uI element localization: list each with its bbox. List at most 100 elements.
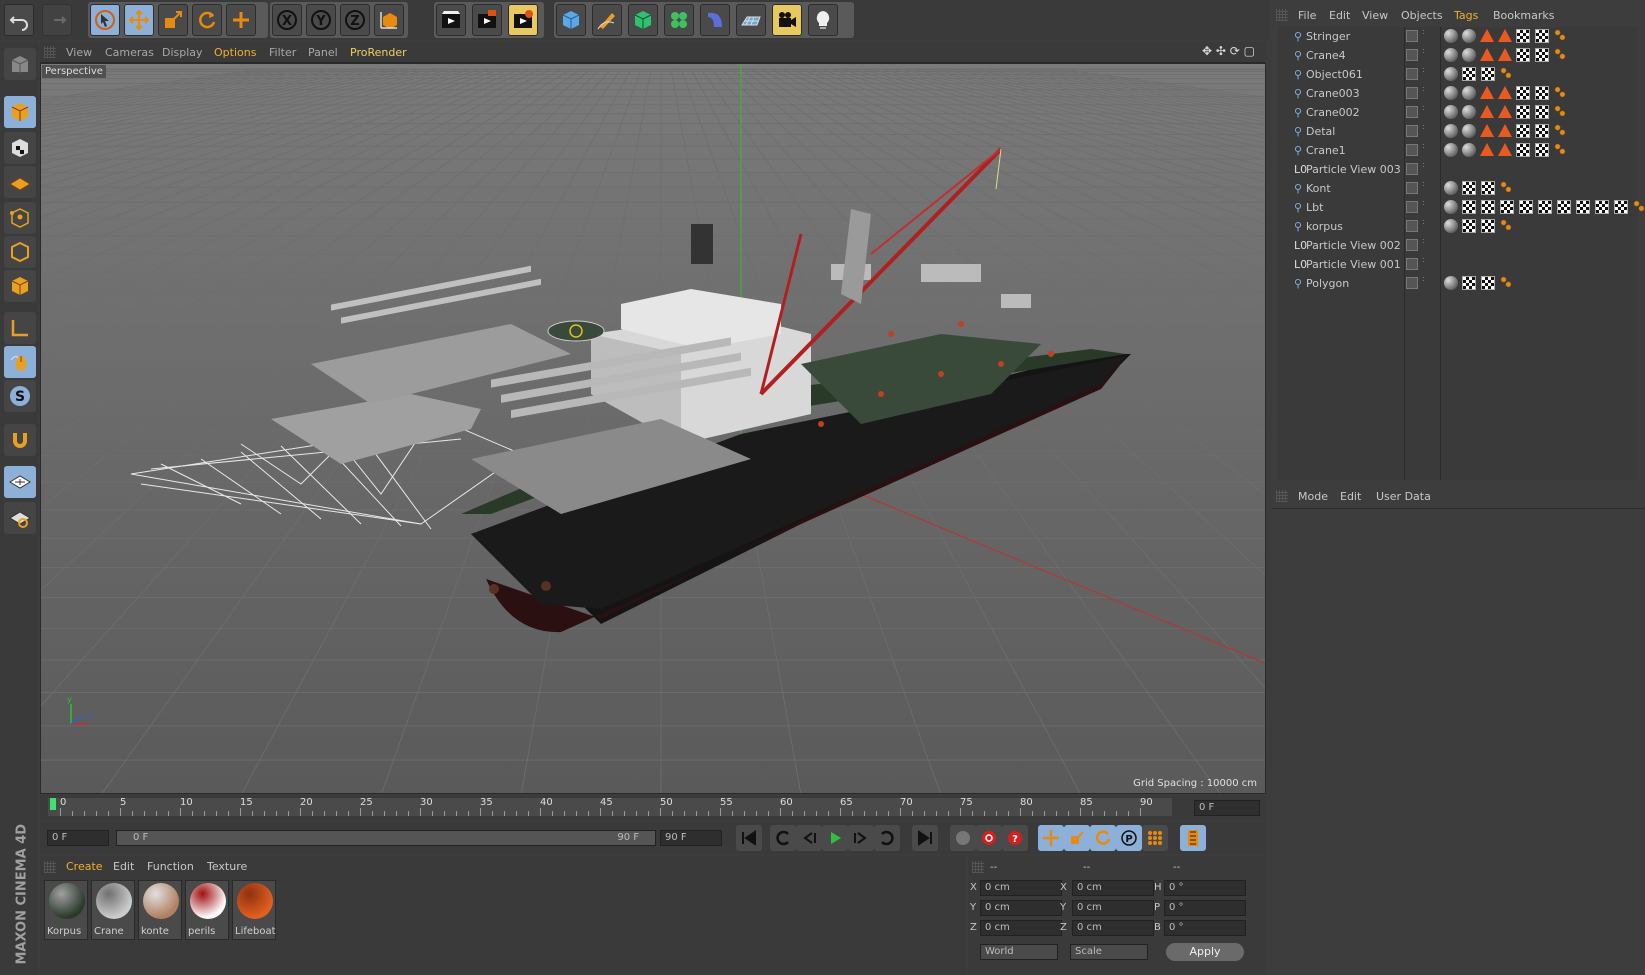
start-frame-field[interactable]: 0 F: [47, 830, 109, 846]
texture-tag-icon[interactable]: [1516, 29, 1530, 43]
material-tag-icon[interactable]: [1444, 29, 1458, 43]
y-axis-icon[interactable]: Y: [306, 4, 336, 36]
floor-icon[interactable]: [736, 4, 766, 36]
texture-tag-icon[interactable]: [1462, 200, 1476, 214]
record-disabled-icon[interactable]: [950, 825, 976, 851]
layer-dots[interactable]: :: [1422, 237, 1425, 245]
current-frame-field[interactable]: 0 F: [1194, 800, 1260, 816]
layer-dots[interactable]: :: [1422, 47, 1425, 55]
axis-mode-icon[interactable]: [4, 312, 36, 344]
visibility-toggle[interactable]: [1406, 106, 1418, 118]
warning-tag-icon[interactable]: [1498, 48, 1512, 61]
texture-tag-icon[interactable]: [1462, 219, 1476, 233]
viewport-nav-icons[interactable]: ✥ ✣ ⟳ ▢: [1202, 44, 1255, 58]
snap-icon[interactable]: [4, 424, 36, 456]
object-name[interactable]: Stringer: [1306, 30, 1350, 43]
object-row[interactable]: ⚲ Stringer:: [1278, 27, 1638, 47]
layer-dots[interactable]: :: [1422, 142, 1425, 150]
object-row[interactable]: ⚲ Crane002:: [1278, 103, 1638, 123]
edges-mode-icon[interactable]: [4, 236, 36, 268]
material-swatch[interactable]: konte: [138, 880, 182, 940]
menu-view[interactable]: View: [1362, 9, 1388, 22]
deformer-icon[interactable]: [700, 4, 730, 36]
layer-dots[interactable]: :: [1422, 256, 1425, 264]
warning-tag-icon[interactable]: [1480, 143, 1494, 156]
visibility-toggle[interactable]: [1406, 201, 1418, 213]
menu-mode[interactable]: Mode: [1298, 490, 1328, 503]
texture-tag-icon[interactable]: [1535, 86, 1549, 100]
render-settings-icon[interactable]: [508, 4, 538, 36]
texture-tag-icon[interactable]: [1535, 105, 1549, 119]
texture-tag-icon[interactable]: [1516, 105, 1530, 119]
visibility-toggle[interactable]: [1406, 277, 1418, 289]
menu-edit[interactable]: Edit: [113, 860, 134, 873]
coord-value-field[interactable]: 0 cm: [1072, 900, 1154, 916]
menu-function[interactable]: Function: [147, 860, 194, 873]
menu-prorender[interactable]: ProRender: [350, 46, 407, 59]
tweak-mode-icon[interactable]: [4, 346, 36, 378]
object-row[interactable]: ⚲ Object061:: [1278, 65, 1638, 85]
object-name[interactable]: Lbt: [1306, 201, 1323, 214]
object-row[interactable]: L0 Particle View 002:: [1278, 236, 1638, 256]
warning-tag-icon[interactable]: [1480, 48, 1494, 61]
coord-size-select[interactable]: Scale: [1070, 944, 1148, 960]
material-tag-icon[interactable]: [1444, 219, 1458, 233]
apply-button[interactable]: Apply: [1166, 943, 1244, 961]
visibility-toggle[interactable]: [1406, 87, 1418, 99]
object-name[interactable]: Crane002: [1306, 106, 1360, 119]
menu-tags[interactable]: Tags: [1454, 9, 1478, 22]
selection-tag-icon[interactable]: [1554, 143, 1566, 155]
visibility-toggle[interactable]: [1406, 68, 1418, 80]
material-swatch[interactable]: Lifeboat: [232, 880, 276, 940]
object-row[interactable]: ⚲ Lbt:: [1278, 198, 1645, 218]
coord-value-field[interactable]: 0 °: [1164, 880, 1246, 896]
coord-value-field[interactable]: 0 cm: [980, 880, 1062, 896]
points-mode-icon[interactable]: [4, 202, 36, 234]
material-tag-icon[interactable]: [1462, 143, 1476, 157]
menu-user-data[interactable]: User Data: [1376, 490, 1431, 503]
menu-filter[interactable]: Filter: [269, 46, 296, 59]
timeline-ruler[interactable]: 0 5 10 15 20 25 30 35 40 45 50 55 60 65 70 75 80 85 90 0 F: [40, 796, 1266, 820]
previous-key-icon[interactable]: [770, 825, 796, 851]
selection-tag-icon[interactable]: [1500, 219, 1512, 231]
selection-tag-icon[interactable]: [1554, 124, 1566, 136]
render-view-icon[interactable]: [436, 4, 466, 36]
visibility-toggle[interactable]: [1406, 220, 1418, 232]
selection-tag-icon[interactable]: [1554, 48, 1566, 60]
scale-icon[interactable]: [158, 4, 188, 36]
next-frame-icon[interactable]: [848, 825, 874, 851]
object-row[interactable]: L0 Particle View 003:: [1278, 160, 1638, 180]
object-name[interactable]: korpus: [1306, 220, 1343, 233]
object-row[interactable]: ⚲ Crane003:: [1278, 84, 1638, 104]
material-tag-icon[interactable]: [1444, 200, 1458, 214]
selection-tag-icon[interactable]: [1500, 276, 1512, 288]
lock-workplane-icon[interactable]: [4, 466, 36, 498]
object-row[interactable]: ⚲ Detal:: [1278, 122, 1638, 142]
coord-value-field[interactable]: 0 °: [1164, 920, 1246, 936]
camera-icon[interactable]: [772, 4, 802, 36]
layer-dots[interactable]: :: [1422, 161, 1425, 169]
material-tag-icon[interactable]: [1444, 276, 1458, 290]
warning-tag-icon[interactable]: [1480, 86, 1494, 99]
material-tag-icon[interactable]: [1462, 124, 1476, 138]
object-name[interactable]: Particle View 001: [1306, 258, 1401, 271]
rotate-icon[interactable]: [192, 4, 222, 36]
material-tag-icon[interactable]: [1444, 105, 1458, 119]
object-name[interactable]: Particle View 002: [1306, 239, 1401, 252]
menu-file[interactable]: File: [1298, 9, 1316, 22]
perspective-viewport[interactable]: y z Perspective Grid Spacing : 10000 cm: [40, 63, 1266, 794]
redo-icon[interactable]: [42, 4, 72, 36]
menu-texture[interactable]: Texture: [207, 860, 247, 873]
texture-tag-icon[interactable]: [1576, 200, 1590, 214]
key-rotation-icon[interactable]: [1090, 825, 1116, 851]
texture-tag-icon[interactable]: [1519, 200, 1533, 214]
object-row[interactable]: L0 Particle View 001:: [1278, 255, 1638, 275]
object-name[interactable]: Detal: [1306, 125, 1335, 138]
texture-tag-icon[interactable]: [1535, 124, 1549, 138]
object-row[interactable]: ⚲ Crane1:: [1278, 141, 1638, 161]
warning-tag-icon[interactable]: [1498, 124, 1512, 137]
cloner-icon[interactable]: [664, 4, 694, 36]
texture-tag-icon[interactable]: [1481, 219, 1495, 233]
play-icon[interactable]: [822, 825, 848, 851]
menu-edit[interactable]: Edit: [1329, 9, 1350, 22]
